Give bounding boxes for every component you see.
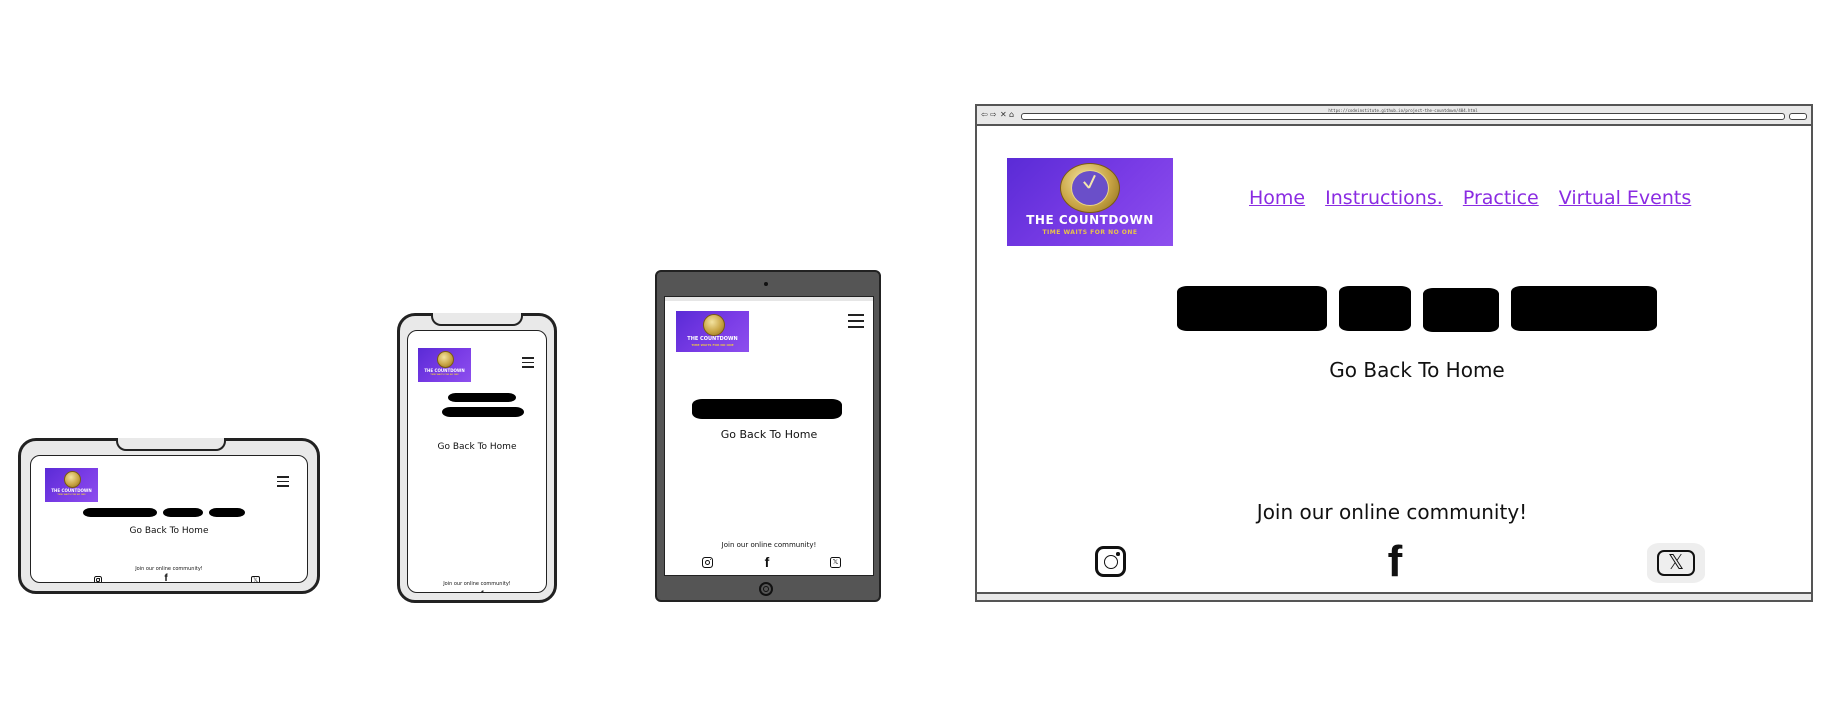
instagram-icon[interactable] xyxy=(1095,546,1126,577)
x-icon[interactable]: 𝕏 xyxy=(1647,543,1705,583)
address-bar-url: https://codeinstitute.github.io/project-… xyxy=(1328,108,1478,113)
back-arrow-icon[interactable]: ⇦ xyxy=(981,111,988,119)
logo[interactable]: THE COUNTDOWN TIME WAITS FOR NO ONE xyxy=(418,348,471,382)
redacted-heading xyxy=(1339,286,1411,331)
x-icon[interactable]: 𝕏 xyxy=(830,557,841,568)
community-text: Join our online community! xyxy=(135,566,203,572)
facebook-icon[interactable]: f xyxy=(761,555,773,569)
logo-title: THE COUNTDOWN xyxy=(51,488,92,493)
landscape-phone-screen: THE COUNTDOWN TIME WAITS FOR NO ONE Go B… xyxy=(30,455,308,583)
facebook-icon[interactable]: f xyxy=(161,574,171,583)
instagram-icon[interactable] xyxy=(702,557,713,568)
nav-link-practice[interactable]: Practice xyxy=(1463,187,1539,209)
desktop-browser-mockup: ⇦ ⇨ ✕ ⌂ https://codeinstitute.github.io/… xyxy=(975,104,1813,602)
community-text: Join our online community! xyxy=(1256,500,1528,524)
redacted-heading xyxy=(1511,286,1657,331)
facebook-icon[interactable]: f xyxy=(1381,540,1409,584)
logo[interactable]: THE COUNTDOWN TIME WAITS FOR NO ONE xyxy=(1007,158,1173,246)
portrait-phone-screen: THE COUNTDOWN TIME WAITS FOR NO ONE Go B… xyxy=(407,330,547,593)
redacted-heading xyxy=(1177,286,1327,331)
x-icon[interactable]: 𝕏 xyxy=(251,576,260,582)
clock-icon xyxy=(64,471,81,488)
logo-tagline: TIME WAITS FOR NO ONE xyxy=(430,374,459,376)
nav-link-home[interactable]: Home xyxy=(1249,187,1305,209)
home-icon[interactable]: ⌂ xyxy=(1009,111,1014,119)
clock-icon xyxy=(437,351,454,368)
redacted-heading xyxy=(448,393,516,402)
address-bar[interactable]: https://codeinstitute.github.io/project-… xyxy=(1021,108,1785,120)
redacted-heading xyxy=(442,407,524,417)
community-text: Join our online community! xyxy=(443,581,511,587)
redacted-heading xyxy=(209,508,245,517)
community-text: Join our online community! xyxy=(721,541,817,549)
logo-tagline: TIME WAITS FOR NO ONE xyxy=(57,494,86,496)
logo-tagline: TIME WAITS FOR NO ONE xyxy=(1042,229,1138,236)
back-home-link[interactable]: Go Back To Home xyxy=(1277,358,1557,382)
redacted-heading xyxy=(83,508,157,517)
hamburger-menu-icon[interactable] xyxy=(848,314,864,328)
status-bar xyxy=(665,297,873,301)
search-box[interactable] xyxy=(1789,113,1807,120)
x-logo-frame: 𝕏 xyxy=(1657,550,1695,576)
instagram-icon[interactable] xyxy=(94,576,102,582)
logo-title: THE COUNTDOWN xyxy=(1026,213,1154,227)
portrait-phone-mockup: THE COUNTDOWN TIME WAITS FOR NO ONE Go B… xyxy=(397,313,557,603)
landscape-phone-mockup: THE COUNTDOWN TIME WAITS FOR NO ONE Go B… xyxy=(18,438,320,594)
phone-notch xyxy=(431,313,523,326)
logo-tagline: TIME WAITS FOR NO ONE xyxy=(691,343,734,347)
nav-link-virtual-events[interactable]: Virtual Events xyxy=(1559,187,1691,209)
back-home-link[interactable]: Go Back To Home xyxy=(31,526,307,536)
forward-arrow-icon[interactable]: ⇨ xyxy=(990,111,997,119)
back-home-link[interactable]: Go Back To Home xyxy=(665,428,873,441)
browser-toolbar: ⇦ ⇨ ✕ ⌂ https://codeinstitute.github.io/… xyxy=(977,106,1811,126)
logo[interactable]: THE COUNTDOWN TIME WAITS FOR NO ONE xyxy=(45,468,98,502)
hamburger-menu-icon[interactable] xyxy=(277,476,289,487)
close-icon[interactable]: ✕ xyxy=(1000,111,1007,119)
back-home-link[interactable]: Go Back To Home xyxy=(408,442,546,452)
redacted-heading xyxy=(1423,288,1499,332)
phone-notch xyxy=(116,438,226,451)
tablet-mockup: THE COUNTDOWN TIME WAITS FOR NO ONE Go B… xyxy=(655,270,881,602)
home-button-icon[interactable] xyxy=(759,582,773,596)
redacted-heading xyxy=(163,508,203,517)
hamburger-menu-icon[interactable] xyxy=(522,357,534,368)
facebook-icon[interactable]: f xyxy=(477,591,487,593)
redacted-heading xyxy=(692,399,842,419)
logo-title: THE COUNTDOWN xyxy=(687,336,738,342)
browser-status-bar xyxy=(977,592,1811,600)
logo[interactable]: THE COUNTDOWN TIME WAITS FOR NO ONE xyxy=(676,311,749,352)
tablet-screen: THE COUNTDOWN TIME WAITS FOR NO ONE Go B… xyxy=(664,296,874,576)
nav-link-instructions[interactable]: Instructions. xyxy=(1325,187,1443,209)
logo-title: THE COUNTDOWN xyxy=(424,368,465,373)
clock-icon xyxy=(703,314,725,336)
main-nav: Home Instructions. Practice Virtual Even… xyxy=(1249,187,1691,209)
camera-icon xyxy=(764,282,768,286)
